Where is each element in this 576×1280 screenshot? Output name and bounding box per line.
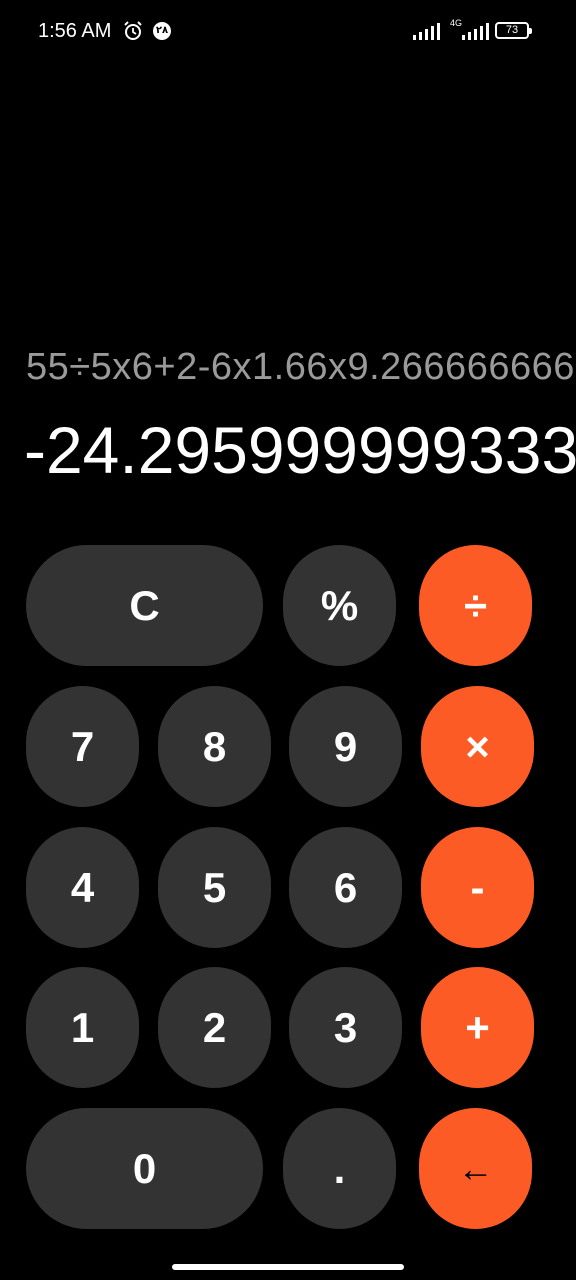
digit-4-button[interactable]: 4 [26,827,139,948]
decimal-button[interactable]: . [283,1108,396,1229]
digit-label: 7 [70,722,95,770]
signal-icon [462,23,489,40]
network-type: 4G [450,18,463,28]
signal-icon [413,23,440,40]
decimal-label: . [333,1144,346,1192]
digit-label: 5 [202,863,227,911]
alarm-icon [124,21,142,40]
digit-label: 3 [333,1003,358,1051]
digit-2-button[interactable]: 2 [158,967,271,1088]
multiply-button[interactable]: × [421,686,534,807]
status-time: 1:56 AM [38,20,112,42]
notification-badge: ۲۸ [153,22,171,40]
digit-label: 9 [333,722,358,770]
digit-6-button[interactable]: 6 [289,827,402,948]
clear-label: C [129,581,160,629]
digit-label: 4 [70,863,95,911]
result-display: -24.295999999333 [24,413,576,487]
digit-1-button[interactable]: 1 [26,967,139,1088]
digit-7-button[interactable]: 7 [26,686,139,807]
battery-icon: 73 [495,22,532,39]
digit-3-button[interactable]: 3 [289,967,402,1088]
digit-label: 8 [202,722,227,770]
divide-button[interactable]: ÷ [419,545,532,666]
home-indicator[interactable] [172,1264,404,1270]
digit-label: 6 [333,863,358,911]
add-button[interactable]: + [421,967,534,1088]
status-bar: 1:56 AM ۲۸ 4G 73 [0,0,576,64]
backspace-icon: ← [457,1147,494,1189]
digit-label: 0 [132,1144,157,1192]
multiply-label: × [465,722,490,770]
digit-label: 2 [202,1003,227,1051]
digit-0-button[interactable]: 0 [26,1108,263,1229]
digit-5-button[interactable]: 5 [158,827,271,948]
percent-button[interactable]: % [283,545,396,666]
expression-display: 55÷5x6+2-6x1.66x9.266666666 [26,346,575,388]
clear-button[interactable]: C [26,545,263,666]
digit-8-button[interactable]: 8 [158,686,271,807]
subtract-button[interactable]: - [421,827,534,948]
backspace-button[interactable]: ← [419,1108,532,1229]
subtract-label: - [470,863,485,911]
divide-label: ÷ [463,581,488,629]
add-label: + [465,1003,490,1051]
percent-label: % [320,581,359,629]
digit-9-button[interactable]: 9 [289,686,402,807]
digit-label: 1 [70,1003,95,1051]
